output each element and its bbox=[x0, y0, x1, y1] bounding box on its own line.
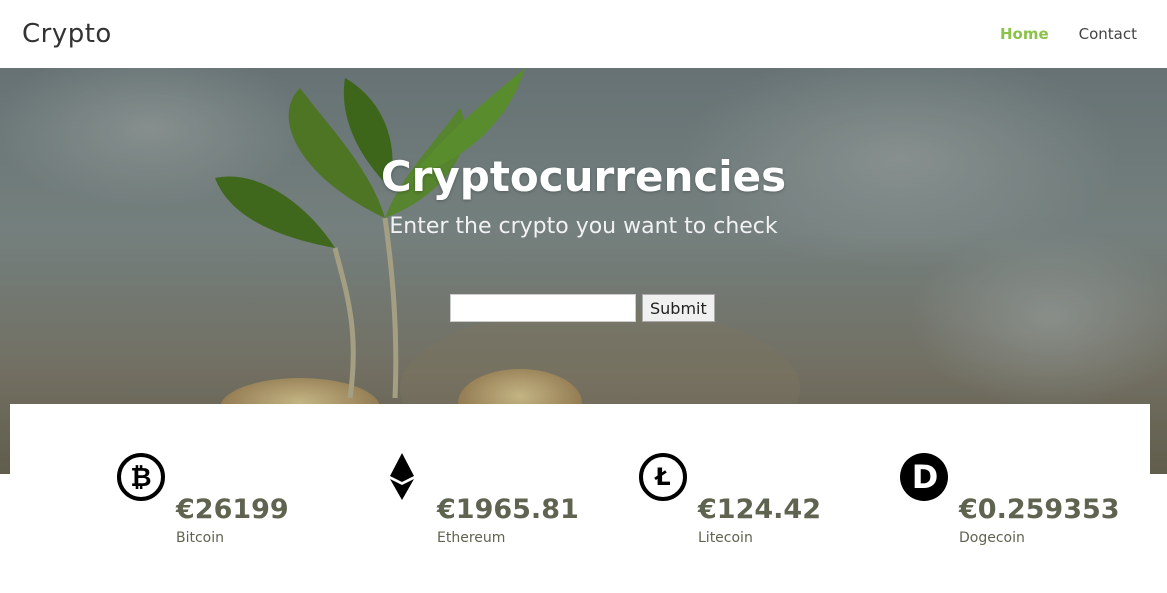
brand-logo[interactable]: Crypto bbox=[22, 19, 112, 49]
svg-text:D: D bbox=[912, 458, 939, 496]
ethereum-icon bbox=[390, 453, 414, 500]
hero-subtitle: Enter the crypto you want to check bbox=[389, 214, 778, 239]
nav-link-contact[interactable]: Contact bbox=[1079, 25, 1137, 43]
dogecoin-icon: D bbox=[900, 453, 948, 501]
navbar: Crypto Home Contact bbox=[0, 0, 1167, 68]
coin-item-ethereum[interactable]: €1965.81 Ethereum bbox=[377, 452, 617, 562]
svg-text:Ł: Ł bbox=[653, 463, 670, 491]
svg-text:₿: ₿ bbox=[130, 463, 151, 493]
coin-item-litecoin[interactable]: Ł €124.42 Litecoin bbox=[638, 452, 878, 562]
nav-link-home[interactable]: Home bbox=[1000, 25, 1049, 43]
litecoin-icon: Ł bbox=[639, 453, 687, 501]
submit-button[interactable]: Submit bbox=[642, 294, 715, 322]
coin-name: Litecoin bbox=[698, 530, 753, 546]
crypto-search-input[interactable] bbox=[450, 294, 636, 322]
crypto-price-card: ₿ €26199 Bitcoin €1965.81 Ethereum Ł €12… bbox=[10, 404, 1150, 593]
coin-name: Ethereum bbox=[437, 530, 506, 546]
hero-title: Cryptocurrencies bbox=[380, 152, 787, 201]
nav-links: Home Contact bbox=[1000, 25, 1137, 43]
coin-name: Dogecoin bbox=[959, 530, 1025, 546]
crypto-search-form: Submit bbox=[450, 294, 715, 322]
price-value: €1965.81 bbox=[437, 494, 579, 525]
price-value: €0.259353 bbox=[959, 494, 1120, 525]
bitcoin-icon: ₿ bbox=[117, 453, 165, 501]
coin-name: Bitcoin bbox=[176, 530, 225, 546]
coin-item-bitcoin[interactable]: ₿ €26199 Bitcoin bbox=[116, 452, 356, 562]
coin-item-dogecoin[interactable]: D €0.259353 Dogecoin bbox=[899, 452, 1139, 562]
price-value: €26199 bbox=[176, 494, 289, 525]
price-value: €124.42 bbox=[698, 494, 821, 525]
